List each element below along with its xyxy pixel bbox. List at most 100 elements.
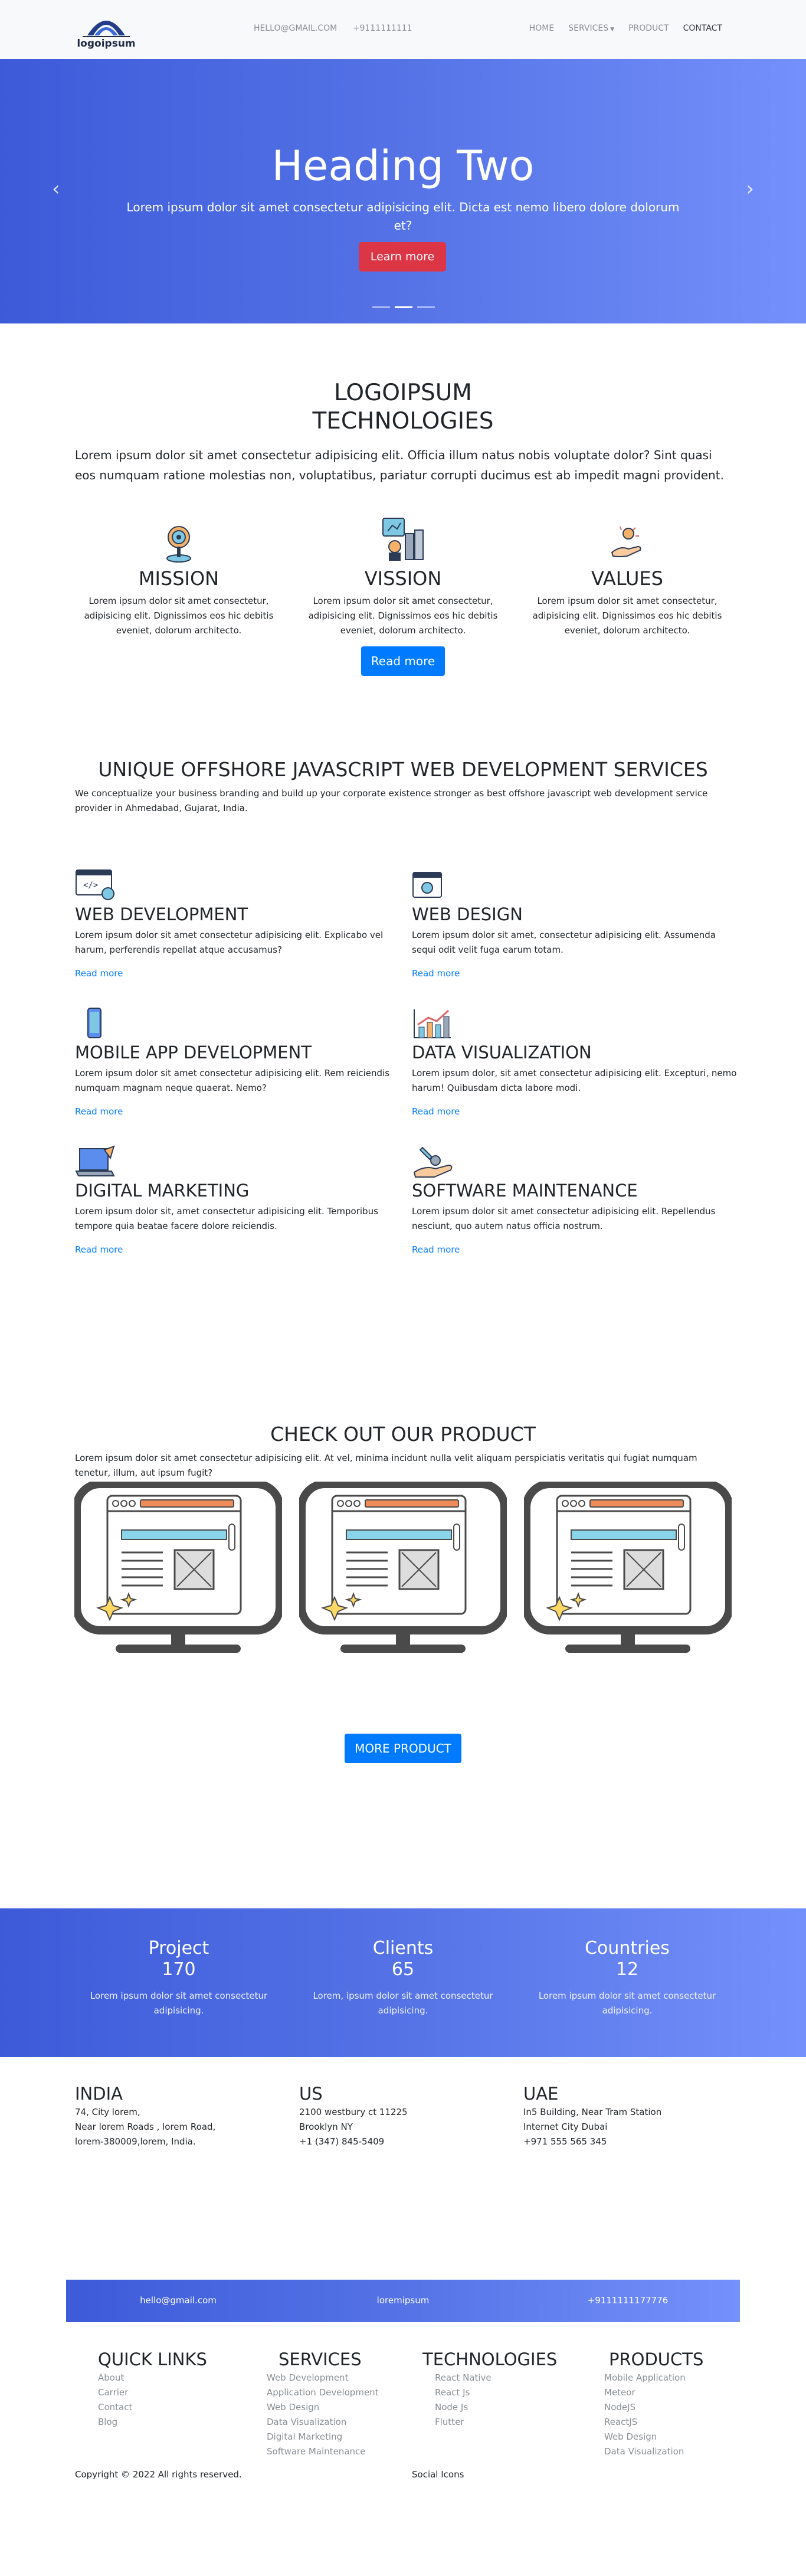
footer-link[interactable]: Flutter [422, 2415, 557, 2430]
caret-down-icon: ▼ [610, 27, 615, 32]
smartphone-icon [75, 1007, 405, 1040]
footer-link[interactable]: Web Design [267, 2400, 379, 2415]
service-data-visualization: DATA VISUALIZATION Lorem ipsum dolor, si… [412, 1007, 742, 1117]
product-image-3[interactable] [522, 1480, 733, 1659]
footer-link[interactable]: About [98, 2371, 207, 2385]
footer-link[interactable]: Mobile Application [604, 2371, 703, 2385]
feature-text: Lorem ipsum dolor sit amet consectetur, … [308, 596, 498, 636]
product-image-1[interactable] [73, 1480, 284, 1659]
carousel-indicators [372, 306, 435, 308]
hero-carousel: ‹ › Heading Two Lorem ipsum dolor sit am… [0, 59, 806, 323]
copyright: Copyright © 2022 All rights reserved. [75, 2469, 242, 2480]
feature-title: VISSION [364, 567, 442, 590]
service-read-more-link[interactable]: Read more [75, 1244, 405, 1255]
product-title: CHECK OUT OUR PRODUCT [270, 1423, 536, 1446]
feature-title: MISSION [138, 567, 219, 590]
services-description: We conceptualize your business branding … [75, 788, 708, 813]
more-product-button[interactable]: MORE PRODUCT [345, 1734, 461, 1763]
office-line: Near lorem Roads , lorem Road, [75, 2121, 216, 2132]
footer-link[interactable]: Software Maintenance [267, 2444, 379, 2459]
office-country: US [299, 2084, 323, 2104]
about-description: Lorem ipsum dolor sit amet consectetur a… [75, 448, 724, 482]
footer-link[interactable]: Contact [98, 2400, 207, 2415]
feature-title: VALUES [591, 567, 663, 590]
hero-text: Lorem ipsum dolor sit amet consectetur a… [126, 200, 680, 233]
office-us: US 2100 westbury ct 11225 Brooklyn NY +1… [299, 2083, 494, 2149]
service-title: MOBILE APP DEVELOPMENT [75, 1042, 312, 1063]
carousel-indicator-3[interactable] [417, 306, 435, 308]
service-read-more-link[interactable]: Read more [412, 968, 742, 979]
footer-link[interactable]: Web Design [604, 2430, 703, 2444]
footer-link[interactable]: Data Visualization [267, 2415, 379, 2430]
service-title: DIGITAL MARKETING [75, 1181, 250, 1201]
office-line: lorem-380009,lorem, India. [75, 2136, 196, 2147]
nav-services[interactable]: SERVICES ▼ [568, 24, 614, 33]
service-web-development: </> WEB DEVELOPMENT Lorem ipsum dolor si… [75, 869, 405, 979]
logo-text: logoipsum [77, 38, 136, 50]
footer-link[interactable]: ReactJS [604, 2415, 703, 2430]
service-text: Lorem ipsum dolor, sit amet consectetur … [412, 1068, 737, 1093]
monitor-webpage-icon [73, 1480, 284, 1653]
service-text: Lorem ipsum dolor sit amet consectetur a… [75, 930, 384, 955]
code-browser-icon: </> [75, 869, 405, 902]
stat-label: Countries [585, 1938, 670, 1959]
footer-link[interactable]: Meteor [604, 2385, 703, 2400]
service-read-more-link[interactable]: Read more [75, 968, 405, 979]
service-read-more-link[interactable]: Read more [75, 1106, 405, 1117]
footer-link[interactable]: NodeJS [604, 2400, 703, 2415]
nav-product[interactable]: PRODUCT [628, 24, 669, 33]
footer-link[interactable]: Digital Marketing [267, 2430, 379, 2444]
service-digital-marketing: DIGITAL MARKETING Lorem ipsum dolor sit,… [75, 1145, 405, 1255]
contact-brand: loremipsum [376, 2295, 430, 2306]
service-text: Lorem ipsum dolor sit amet consectetur a… [75, 1068, 390, 1093]
footer-link[interactable]: Carrier [98, 2385, 207, 2400]
footer-link[interactable]: Data Visualization [604, 2444, 703, 2459]
service-read-more-link[interactable]: Read more [412, 1244, 742, 1255]
stat-clients: Clients 65 Lorem, ipsum dolor sit amet c… [300, 1938, 506, 2018]
target-icon [76, 514, 282, 563]
product-image-2[interactable] [297, 1480, 509, 1659]
feature-values: VALUES Lorem ipsum dolor sit amet consec… [524, 514, 730, 638]
footer-column-title: PRODUCTS [609, 2349, 704, 2369]
nav-contact[interactable]: CONTACT [683, 24, 722, 33]
social-icons[interactable]: Social Icons [412, 2469, 464, 2480]
logo[interactable]: logoipsum [77, 8, 136, 51]
header-contact: HELLO@GMAIL.COM +9111111111 [254, 24, 425, 33]
header-email[interactable]: HELLO@GMAIL.COM [254, 24, 337, 33]
office-line: +1 (347) 845-5409 [299, 2136, 385, 2147]
footer-services: SERVICES Web Development Application Dev… [267, 2348, 379, 2459]
carousel-indicator-2[interactable] [395, 306, 412, 308]
carousel-indicator-1[interactable] [372, 306, 390, 308]
nav-home[interactable]: HOME [529, 24, 554, 33]
monitor-webpage-icon [522, 1480, 733, 1653]
office-line: Brooklyn NY [299, 2121, 353, 2132]
contact-email[interactable]: hello@gmail.com [66, 2295, 290, 2306]
office-line: 2100 westbury ct 11225 [299, 2107, 408, 2117]
feature-mission: MISSION Lorem ipsum dolor sit amet conse… [76, 514, 282, 638]
stat-label: Clients [372, 1938, 434, 1959]
stat-value: 170 [162, 1959, 196, 1980]
footer-link[interactable]: Application Development [267, 2385, 379, 2400]
read-more-button[interactable]: Read more [361, 646, 445, 676]
footer-technologies: TECHNOLOGIES React Native React Js Node … [422, 2348, 557, 2430]
stats-section: Project 170 Lorem ipsum dolor sit amet c… [0, 1908, 806, 2057]
product-description: Lorem ipsum dolor sit amet consectetur a… [75, 1453, 697, 1478]
footer-link[interactable]: Blog [98, 2415, 207, 2430]
about-title-line1: LOGOIPSUM [334, 380, 472, 406]
header-phone[interactable]: +9111111111 [353, 24, 412, 33]
monitor-webpage-icon [297, 1480, 509, 1653]
footer-link[interactable]: Node Js [422, 2400, 557, 2415]
service-read-more-link[interactable]: Read more [412, 1106, 742, 1117]
contact-phone[interactable]: +9111111177776 [516, 2295, 740, 2306]
footer-link[interactable]: React Js [422, 2385, 557, 2400]
learn-more-button[interactable]: Learn more [359, 242, 446, 272]
stat-projects: Project 170 Lorem ipsum dolor sit amet c… [76, 1938, 282, 2018]
footer-products: PRODUCTS Mobile Application Meteor NodeJ… [604, 2348, 703, 2459]
footer-link[interactable]: React Native [422, 2371, 557, 2385]
vision-board-icon [300, 514, 506, 563]
hero-title: Heading Two [271, 142, 535, 190]
footer-link[interactable]: Web Development [267, 2371, 379, 2385]
service-title: WEB DEVELOPMENT [75, 904, 248, 924]
wrench-hand-icon [412, 1145, 742, 1178]
feature-text: Lorem ipsum dolor sit amet consectetur, … [532, 596, 722, 636]
